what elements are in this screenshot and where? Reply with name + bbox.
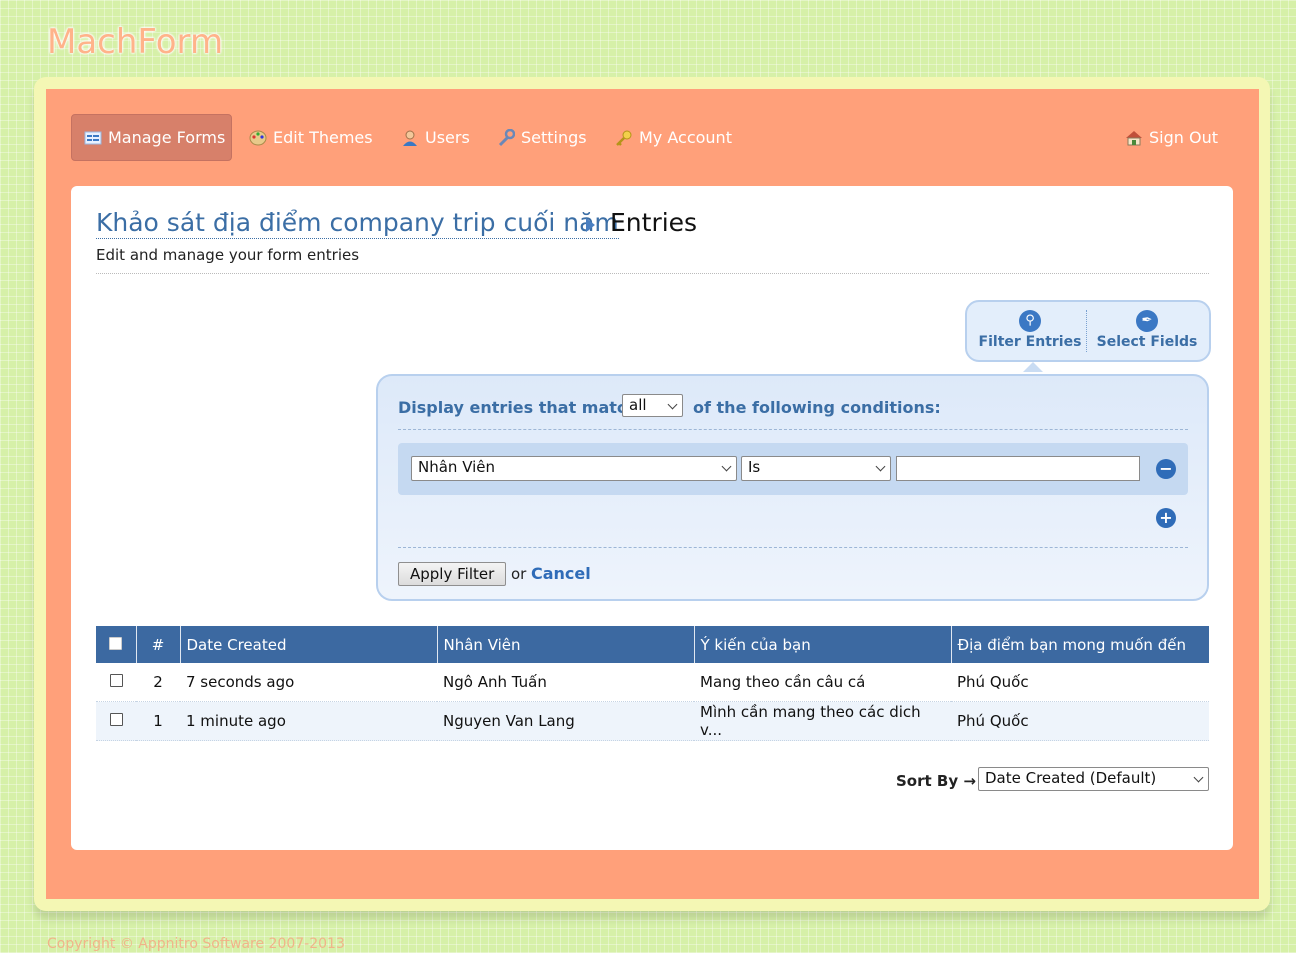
nav-my-account[interactable]: My Account bbox=[615, 114, 732, 161]
or-text: or bbox=[511, 565, 527, 583]
forms-icon bbox=[84, 131, 102, 144]
divider bbox=[96, 273, 1209, 274]
key-icon bbox=[616, 130, 632, 146]
filter-divider-bottom bbox=[398, 547, 1188, 548]
cell-date-created: 1 minute ago bbox=[180, 701, 437, 741]
page-title: Entries bbox=[610, 208, 698, 237]
nav-settings[interactable]: Settings bbox=[497, 114, 587, 161]
tab-filter-entries[interactable]: ⚲ Filter Entries bbox=[975, 302, 1085, 360]
tab-separator bbox=[1086, 310, 1087, 352]
column-header-employee[interactable]: Nhân Viên bbox=[436, 626, 694, 663]
search-icon: ⚲ bbox=[1019, 310, 1041, 332]
cancel-link[interactable]: Cancel bbox=[531, 564, 591, 583]
cell-place: Phú Quốc bbox=[951, 701, 1209, 741]
tab-filter-entries-label: Filter Entries bbox=[978, 334, 1082, 350]
entries-tabs: ⚲ Filter Entries ✒ Select Fields bbox=[965, 300, 1211, 362]
nav-manage-forms[interactable]: Manage Forms bbox=[71, 114, 232, 161]
filter-title-prefix: Display entries that match bbox=[398, 398, 638, 417]
apply-filter-button[interactable]: Apply Filter bbox=[398, 562, 507, 586]
match-select-value: all bbox=[629, 396, 647, 414]
filter-divider bbox=[398, 429, 1188, 430]
wrench-icon: ✒ bbox=[1136, 310, 1158, 332]
breadcrumb-arrow-icon bbox=[586, 218, 595, 232]
column-header-opinion[interactable]: Ý kiến của bạn bbox=[693, 626, 951, 663]
nav-edit-themes[interactable]: Edit Themes bbox=[249, 114, 373, 161]
machform-logo: MachForm bbox=[47, 22, 224, 62]
tab-select-fields[interactable]: ✒ Select Fields bbox=[1091, 302, 1203, 360]
cell-employee: Ngô Anh Tuấn bbox=[437, 663, 694, 702]
home-icon bbox=[1126, 130, 1142, 145]
column-header-date-created[interactable]: Date Created bbox=[179, 626, 437, 663]
cell-id: 1 bbox=[136, 701, 180, 741]
remove-condition-icon[interactable]: − bbox=[1156, 459, 1176, 479]
cell-id: 2 bbox=[136, 663, 180, 702]
chevron-down-icon bbox=[1193, 772, 1204, 783]
palette-icon bbox=[249, 130, 267, 145]
page-subtitle: Edit and manage your form entries bbox=[96, 246, 360, 264]
select-all-cell bbox=[96, 626, 136, 663]
row-select-cell bbox=[96, 701, 136, 741]
chevron-down-icon bbox=[667, 399, 678, 410]
match-select[interactable]: all bbox=[622, 394, 683, 417]
user-icon bbox=[403, 130, 417, 146]
content-panel: Khảo sát địa điểm company trip cuối năm … bbox=[71, 186, 1233, 850]
nav-manage-forms-label: Manage Forms bbox=[108, 128, 226, 147]
entries-table: # Date Created Nhân Viên Ý kiến của bạn … bbox=[96, 626, 1209, 741]
nav-sign-out-label: Sign Out bbox=[1149, 128, 1218, 147]
sort-by-select[interactable]: Date Created (Default) bbox=[978, 767, 1209, 791]
breadcrumb-form-link[interactable]: Khảo sát địa điểm company trip cuối năm bbox=[96, 208, 619, 239]
condition-operator-value: Is bbox=[748, 458, 761, 476]
condition-field-value: Nhân Viên bbox=[418, 458, 496, 476]
nav-edit-themes-label: Edit Themes bbox=[273, 128, 373, 147]
nav-settings-label: Settings bbox=[521, 128, 587, 147]
condition-operator-select[interactable]: Is bbox=[741, 456, 891, 481]
nav-sign-out[interactable]: Sign Out bbox=[1125, 114, 1218, 161]
column-header-place[interactable]: Địa điểm bạn mong muốn đến bbox=[950, 626, 1209, 663]
row-checkbox[interactable] bbox=[109, 713, 123, 726]
top-navigation: Manage Forms Edit Themes Users Settings … bbox=[71, 114, 1233, 161]
sort-by-label: Sort By → bbox=[896, 772, 976, 790]
row-select-cell bbox=[96, 663, 136, 702]
filter-panel: Display entries that match all of the fo… bbox=[376, 374, 1209, 601]
cell-employee: Nguyen Van Lang bbox=[437, 701, 694, 741]
tab-pointer bbox=[1023, 362, 1043, 372]
filter-title-suffix: of the following conditions: bbox=[693, 398, 941, 417]
tab-select-fields-label: Select Fields bbox=[1096, 334, 1198, 350]
table-header-row: # Date Created Nhân Viên Ý kiến của bạn … bbox=[96, 626, 1209, 663]
nav-users-label: Users bbox=[425, 128, 470, 147]
cell-opinion: Mình cần mang theo các dich v... bbox=[694, 701, 951, 741]
nav-my-account-label: My Account bbox=[639, 128, 732, 147]
condition-field-select[interactable]: Nhân Viên bbox=[411, 456, 737, 481]
table-row[interactable]: 1 1 minute ago Nguyen Van Lang Mình cần … bbox=[96, 701, 1209, 741]
cell-opinion: Mang theo cần câu cá bbox=[694, 663, 951, 702]
wrench-icon bbox=[498, 128, 515, 146]
cell-date-created: 7 seconds ago bbox=[180, 663, 437, 702]
nav-users[interactable]: Users bbox=[401, 114, 470, 161]
footer-copyright: Copyright © Appnitro Software 2007-2013 bbox=[47, 936, 345, 952]
row-checkbox[interactable] bbox=[109, 674, 123, 687]
cell-place: Phú Quốc bbox=[951, 663, 1209, 702]
chevron-down-icon bbox=[875, 461, 886, 472]
chevron-down-icon bbox=[721, 461, 732, 472]
condition-value-input[interactable] bbox=[896, 456, 1140, 481]
select-all-checkbox[interactable] bbox=[109, 636, 123, 650]
add-condition-icon[interactable]: + bbox=[1156, 508, 1176, 528]
column-header-id[interactable]: # bbox=[135, 626, 180, 663]
sort-by-value: Date Created (Default) bbox=[985, 769, 1157, 787]
filter-condition-row: Nhân Viên Is − bbox=[398, 443, 1188, 495]
table-row[interactable]: 2 7 seconds ago Ngô Anh Tuấn Mang theo c… bbox=[96, 663, 1209, 702]
